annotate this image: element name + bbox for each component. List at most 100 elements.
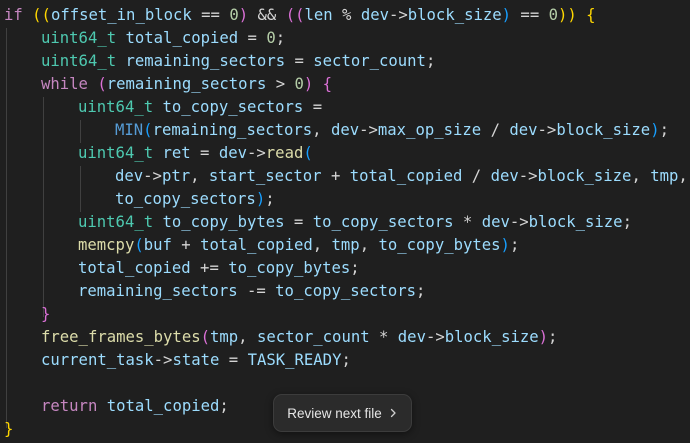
code-token: , <box>678 167 688 185</box>
code-token: dev <box>330 121 360 139</box>
code-token: > <box>266 75 295 93</box>
code-token: block_size <box>444 328 539 346</box>
code-token: -> <box>537 121 557 139</box>
code-token: to_copy_sectors <box>153 98 304 116</box>
code-token: ( <box>87 75 107 93</box>
code-token: to_copy_bytes <box>378 236 501 254</box>
code-token: to_copy_sectors <box>115 190 256 208</box>
code-token: ; <box>548 328 558 346</box>
code-token: -> <box>425 328 445 346</box>
indent-guide <box>80 120 81 143</box>
code-token: } <box>4 420 14 438</box>
code-token: block_size <box>537 167 632 185</box>
code-token: -= <box>237 282 276 300</box>
code-token: remaining_sectors <box>152 121 313 139</box>
code-line: uint64_t to_copy_bytes = to_copy_sectors… <box>78 211 632 234</box>
code-token: tmp <box>331 236 360 254</box>
code-line: uint64_t ret = dev->read( <box>78 142 313 165</box>
code-token: = <box>303 98 323 116</box>
code-token: uint64_t <box>78 213 154 231</box>
code-token: ) <box>501 6 512 24</box>
code-token: to_copy_bytes <box>228 259 351 277</box>
review-next-file-label: Review next file <box>287 405 382 421</box>
code-token: ; <box>659 121 669 139</box>
code-token: -> <box>153 351 173 369</box>
code-token: ( <box>134 236 144 254</box>
code-token: == <box>191 6 230 24</box>
code-token: return <box>41 397 98 415</box>
code-token: free_frames_bytes <box>41 328 201 346</box>
code-token: total_copied <box>78 259 191 277</box>
code-token: / <box>462 167 491 185</box>
code-token: dev <box>115 167 144 185</box>
code-token: remaining_sectors <box>106 75 267 93</box>
code-token: 0 <box>294 75 304 93</box>
code-token: ( <box>200 328 210 346</box>
review-next-file-button[interactable]: Review next file <box>273 394 412 432</box>
code-token: ( <box>303 144 313 162</box>
code-line: free_frames_bytes(tmp, sector_count * de… <box>41 326 557 349</box>
code-token: = <box>284 213 313 231</box>
code-token: + <box>171 236 201 254</box>
code-token: } <box>41 305 51 323</box>
code-line: return total_copied; <box>41 395 229 418</box>
code-token: ) <box>255 190 266 208</box>
code-token: , <box>312 236 332 254</box>
code-editor[interactable]: if ((offset_in_block == 0) && ((len % de… <box>0 0 690 443</box>
code-token: ; <box>425 52 436 70</box>
code-line: memcpy(buf + total_copied, tmp, to_copy_… <box>78 234 519 257</box>
code-token: -> <box>143 167 162 185</box>
code-token: == <box>511 6 549 24</box>
code-token: max_op_size <box>377 121 482 139</box>
code-token: ; <box>265 190 275 208</box>
code-line: uint64_t total_copied = 0; <box>41 27 285 50</box>
code-token: = <box>219 351 248 369</box>
code-token: = <box>190 144 219 162</box>
code-line: current_task->state = TASK_READY; <box>41 349 351 372</box>
code-line: dev->ptr, start_sector + total_copied / … <box>115 165 688 188</box>
code-token: sector_count <box>256 328 370 346</box>
indent-guide <box>6 28 7 428</box>
code-token: ) <box>650 121 660 139</box>
code-token: offset_in_block <box>50 6 192 24</box>
code-token: total_copied <box>97 397 220 415</box>
code-line: } <box>41 303 50 326</box>
code-token: TASK_READY <box>247 351 342 369</box>
code-token: , <box>238 328 257 346</box>
code-token: (( <box>285 6 305 24</box>
code-token: ; <box>350 259 360 277</box>
code-token: ; <box>341 351 351 369</box>
code-token: dev <box>481 213 510 231</box>
code-token: , <box>359 236 379 254</box>
code-token: ; <box>622 213 632 231</box>
code-token: -> <box>359 121 378 139</box>
code-token: -> <box>388 6 408 24</box>
code-token: ptr <box>161 167 191 185</box>
code-line: uint64_t to_copy_sectors = <box>78 96 322 119</box>
code-token: dev <box>509 121 538 139</box>
code-token: tmp <box>210 328 239 346</box>
code-line: } <box>4 418 13 441</box>
code-token: dev <box>360 6 389 24</box>
code-token: MIN <box>115 121 144 139</box>
code-token: = <box>238 29 267 47</box>
code-token: ; <box>275 29 286 47</box>
code-token: dev <box>397 328 426 346</box>
code-token: (( <box>32 6 51 24</box>
code-token: -> <box>247 144 266 162</box>
code-token: if <box>4 6 33 24</box>
code-token: current_task <box>41 351 154 369</box>
code-token: remaining_sectors <box>116 52 286 70</box>
chevron-right-icon <box>390 408 396 418</box>
code-token: read <box>265 144 304 162</box>
code-token: 0 <box>266 29 276 47</box>
code-token: * <box>453 213 482 231</box>
code-token: to_copy_sectors <box>312 213 454 231</box>
code-token: ) <box>238 6 249 24</box>
code-token: )) <box>558 6 577 24</box>
code-token: block_size <box>556 121 651 139</box>
code-token: * <box>369 328 398 346</box>
code-line: to_copy_sectors); <box>115 188 275 211</box>
code-token: ) <box>303 75 314 93</box>
code-token: state <box>172 351 220 369</box>
